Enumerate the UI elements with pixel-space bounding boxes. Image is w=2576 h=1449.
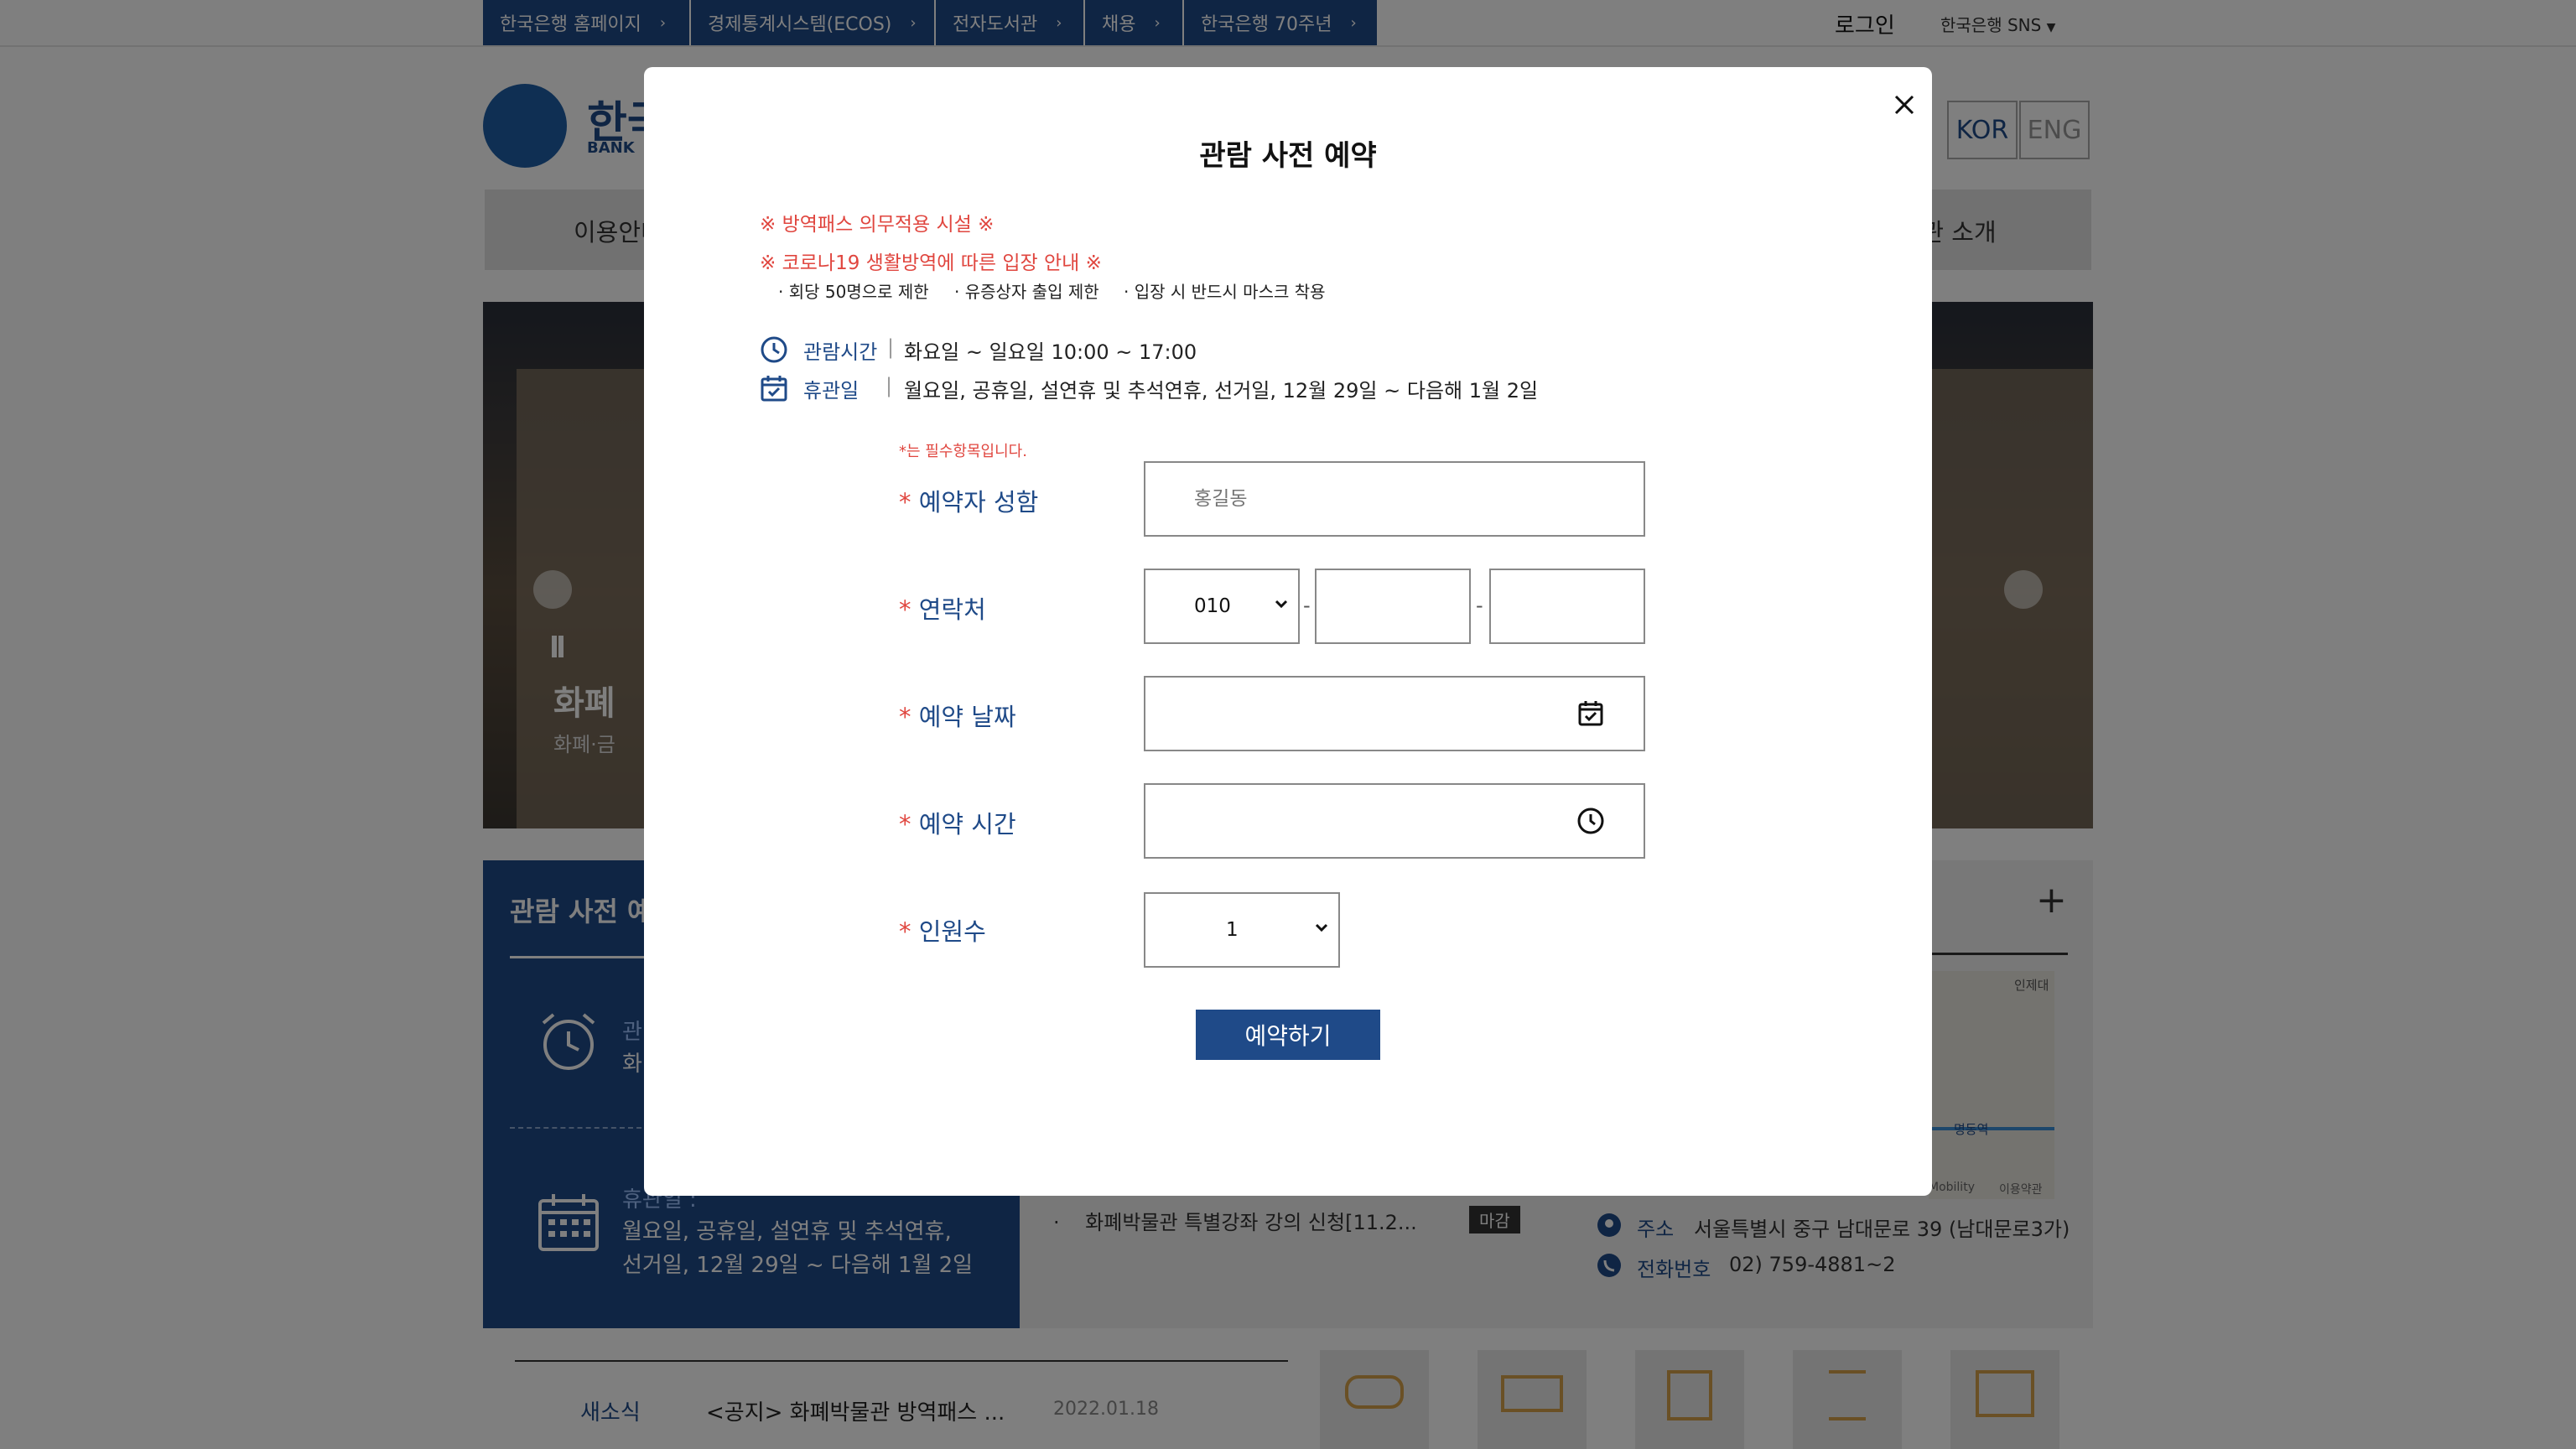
clock-icon[interactable] <box>1576 807 1605 835</box>
rule-mask: · 입장 시 반드시 마스크 착용 <box>1124 282 1326 302</box>
phone-separator: - <box>1303 594 1311 617</box>
name-label-text: 예약자 성함 <box>918 488 1039 517</box>
count-select[interactable]: 1 <box>1144 892 1340 968</box>
rule-limit: · 회당 50명으로 제한 <box>778 282 929 302</box>
rule-symptoms: · 유증상자 출입 제한 <box>954 282 1099 302</box>
required-note: *는 필수항목입니다. <box>899 443 1027 460</box>
required-mark: * <box>899 595 911 624</box>
phone-label-text: 연락처 <box>918 595 986 624</box>
notice-vaccine-pass: ※ 방역패스 의무적용 시설 ※ <box>760 214 995 236</box>
date-label-text: 예약 날짜 <box>918 703 1016 731</box>
phone-last-field[interactable] <box>1489 569 1645 644</box>
required-mark: * <box>899 703 911 731</box>
phone-label: * 연락처 <box>899 590 986 626</box>
required-mark: * <box>899 488 911 517</box>
phone-prefix-select[interactable]: 010 <box>1144 569 1300 644</box>
name-input[interactable] <box>1145 463 1644 535</box>
separator: | <box>886 374 893 397</box>
name-field[interactable] <box>1144 461 1645 537</box>
required-mark: * <box>899 810 911 839</box>
time-label: * 예약 시간 <box>899 805 1016 840</box>
time-field[interactable] <box>1144 783 1645 859</box>
hours-label: 관람시간 <box>803 340 878 364</box>
phone-separator: - <box>1476 594 1483 617</box>
count-label-text: 인원수 <box>918 917 986 946</box>
closed-value: 월요일, 공휴일, 설연휴 및 추석연휴, 선거일, 12월 29일 ~ 다음해… <box>904 379 1539 402</box>
phone-middle-input[interactable] <box>1317 570 1469 642</box>
closed-label: 휴관일 <box>803 379 860 402</box>
chevron-down-icon <box>1313 919 1330 936</box>
name-label: * 예약자 성함 <box>899 483 1038 518</box>
close-button[interactable] <box>1883 84 1925 126</box>
count-label: * 인원수 <box>899 912 986 948</box>
chevron-down-icon <box>1273 595 1290 612</box>
count-value: 1 <box>1226 919 1239 941</box>
calendar-check-icon <box>760 374 788 402</box>
notice-covid-entry: ※ 코로나19 생활방역에 따른 입장 안내 ※ <box>760 252 1102 274</box>
hours-value: 화요일 ~ 일요일 10:00 ~ 17:00 <box>904 340 1197 364</box>
modal-title: 관람 사전 예약 <box>1199 139 1377 173</box>
date-field[interactable] <box>1144 676 1645 751</box>
date-label: * 예약 날짜 <box>899 698 1016 733</box>
reservation-modal: 관람 사전 예약 ※ 방역패스 의무적용 시설 ※ ※ 코로나19 생활방역에 … <box>644 67 1932 1196</box>
clock-icon <box>760 335 788 364</box>
phone-middle-field[interactable] <box>1315 569 1471 644</box>
required-mark: * <box>899 917 911 946</box>
close-icon <box>1894 95 1914 115</box>
separator: | <box>887 335 895 359</box>
time-label-text: 예약 시간 <box>918 810 1016 839</box>
phone-prefix-value: 010 <box>1194 595 1231 617</box>
reserve-button[interactable]: 예약하기 <box>1196 1010 1380 1060</box>
phone-last-input[interactable] <box>1491 570 1644 642</box>
calendar-check-icon[interactable] <box>1576 699 1605 728</box>
